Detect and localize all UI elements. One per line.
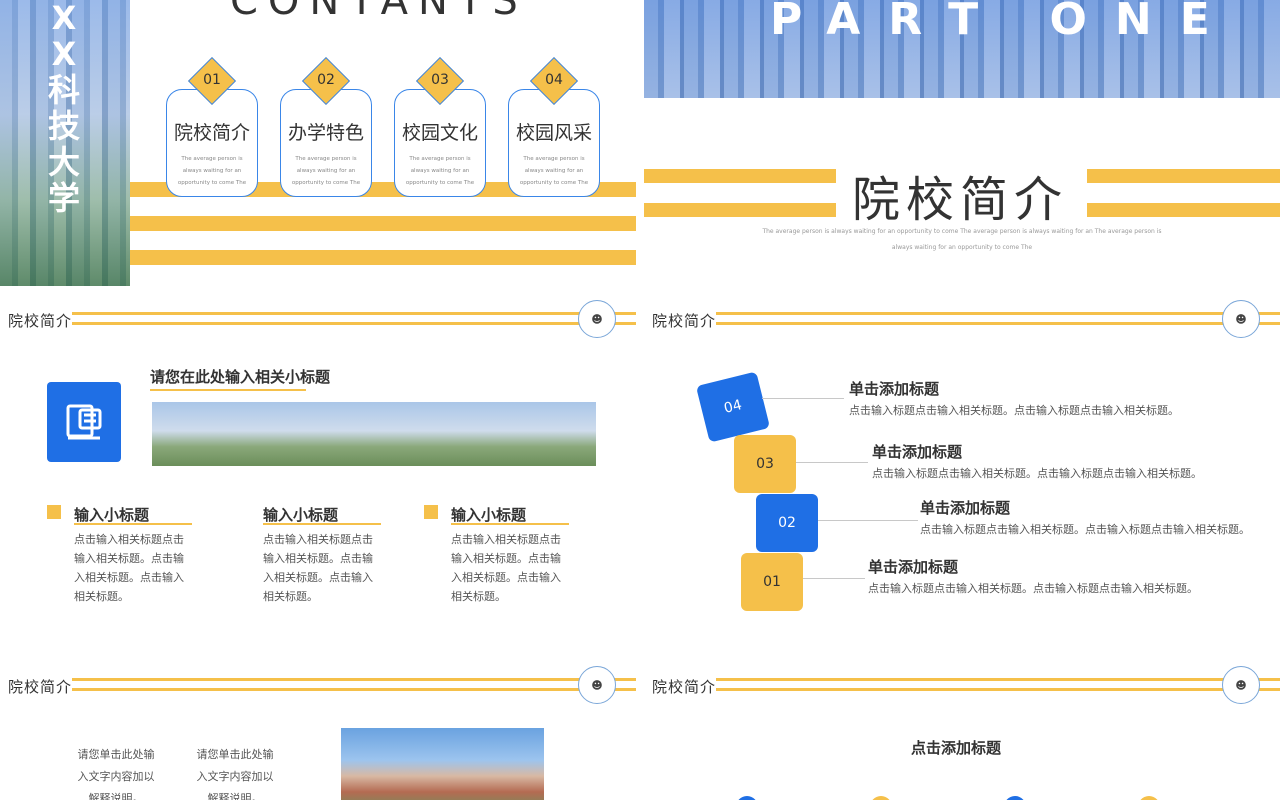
card-title: 校园文化 [401,122,478,144]
card-number: 03 [431,72,449,88]
contents-heading: CONTANTS [230,0,528,24]
slide-contents[interactable]: X X 科 技 大 学 CONTANTS 院校简介 The average pe… [0,0,636,286]
circle-marker [1004,796,1026,800]
school-logo-icon: ☻ [578,666,616,704]
contents-card[interactable]: 校园风采 The average person is always waitin… [508,89,600,197]
decor-stripe [644,203,836,217]
part-one-heading: PART ONE [770,0,1238,45]
step-badge-03[interactable]: 03 [734,435,796,493]
slide-part-one[interactable]: PART ONE 院校简介 The average person is alwa… [644,0,1280,286]
university-name: X X 科 技 大 学 [47,0,80,217]
step-connector [803,578,865,579]
slide-header: 院校简介 [652,312,717,330]
column-body: 点击输入相关标题点击输入相关标题。点击输入相关标题。点击输入相关标题。 [74,533,184,603]
subtitle-underline [150,389,306,391]
step-body: 点击输入标题点击输入相关标题。点击输入标题点击输入相关标题。 [920,523,1250,536]
document-icon [47,382,121,462]
card-desc: The average person is always waiting for… [177,156,247,186]
circle-marker [870,796,892,800]
school-logo-icon: ☻ [578,300,616,338]
column-title[interactable]: 输入小标题 [74,504,149,525]
decor-stripe [130,216,636,231]
step-badge-01[interactable]: 01 [741,553,803,611]
campus-image [152,402,596,466]
step-title[interactable]: 单击添加标题 [872,441,962,462]
circle-marker [1138,796,1160,800]
header-line [72,322,636,325]
header-line [72,688,636,691]
text-block-b[interactable]: 请您单击此处输 入文字内容加以 解释说明。 [185,744,285,800]
card-title: 办学特色 [287,122,364,144]
decor-stripe [1087,169,1280,183]
header-line [716,678,1280,681]
column-title[interactable]: 输入小标题 [263,504,338,525]
column-underline [451,523,569,525]
decor-stripe [130,250,636,265]
step-connector [796,462,868,463]
text-block-a[interactable]: 请您单击此处输 入文字内容加以 解释说明。 [66,744,166,800]
column-body: 点击输入相关标题点击输入相关标题。点击输入相关标题。点击输入相关标题。 [263,533,373,603]
step-body: 点击输入标题点击输入相关标题。点击输入标题点击输入相关标题。 [868,582,1198,595]
step-badge-04[interactable]: 04 [695,371,771,443]
main-subtitle[interactable]: 请您在此处输入相关小标题 [150,366,330,387]
slide-header: 院校简介 [652,678,717,696]
contents-card[interactable]: 校园文化 The average person is always waitin… [394,89,486,197]
circle-marker [736,796,758,800]
campus-building-photo [341,728,544,800]
card-title: 院校简介 [173,122,250,144]
slide-add-title[interactable]: 院校简介 ☻ 点击添加标题 [644,660,1280,800]
step-title[interactable]: 单击添加标题 [849,378,939,399]
header-line [72,312,636,315]
card-desc: The average person is always waiting for… [405,156,475,186]
column-underline [74,523,192,525]
step-body: 点击输入标题点击输入相关标题。点击输入标题点击输入相关标题。 [849,404,1179,417]
slide-text-photo[interactable]: 院校简介 ☻ 请您单击此处输 入文字内容加以 解释说明。 请您单击此处输 入文字… [0,660,636,800]
header-line [716,688,1280,691]
column-body: 点击输入相关标题点击输入相关标题。点击输入相关标题。点击输入相关标题。 [451,533,561,603]
slide-header: 院校简介 [8,312,73,330]
column-title[interactable]: 输入小标题 [451,504,526,525]
school-logo-icon: ☻ [1222,300,1260,338]
card-number: 04 [545,72,563,88]
slide-steps[interactable]: 院校简介 ☻ 04 单击添加标题 点击输入标题点击输入相关标题。点击输入标题点击… [644,294,1280,652]
section-title: 院校简介 [852,172,1069,228]
decor-stripe [644,169,836,183]
slide-gutter [636,0,644,800]
slide-intro-subtitles[interactable]: 院校简介 ☻ 请您在此处输入相关小标题 输入小标题 点击输入相关标题点击输入相关… [0,294,636,652]
section-desc: The average person is always waiting for… [762,228,1162,251]
step-title[interactable]: 单击添加标题 [920,497,1010,518]
header-line [72,678,636,681]
step-body: 点击输入标题点击输入相关标题。点击输入标题点击输入相关标题。 [872,467,1202,480]
step-badge-02[interactable]: 02 [756,494,818,552]
school-logo-icon: ☻ [1222,666,1260,704]
card-number: 01 [203,72,221,88]
header-line [716,312,1280,315]
step-connector [762,398,844,399]
column-underline [263,523,381,525]
decor-stripe [1087,203,1280,217]
card-desc: The average person is always waiting for… [519,156,589,186]
step-title[interactable]: 单击添加标题 [868,556,958,577]
card-number: 02 [317,72,335,88]
card-desc: The average person is always waiting for… [291,156,361,186]
card-title: 校园风采 [515,122,592,144]
contents-card[interactable]: 办学特色 The average person is always waitin… [280,89,372,197]
slide-title[interactable]: 点击添加标题 [911,737,1001,758]
slide-header: 院校简介 [8,678,73,696]
bullet-square [47,505,61,519]
contents-card[interactable]: 院校简介 The average person is always waitin… [166,89,258,197]
bullet-square [424,505,438,519]
step-connector [818,520,918,521]
header-line [716,322,1280,325]
